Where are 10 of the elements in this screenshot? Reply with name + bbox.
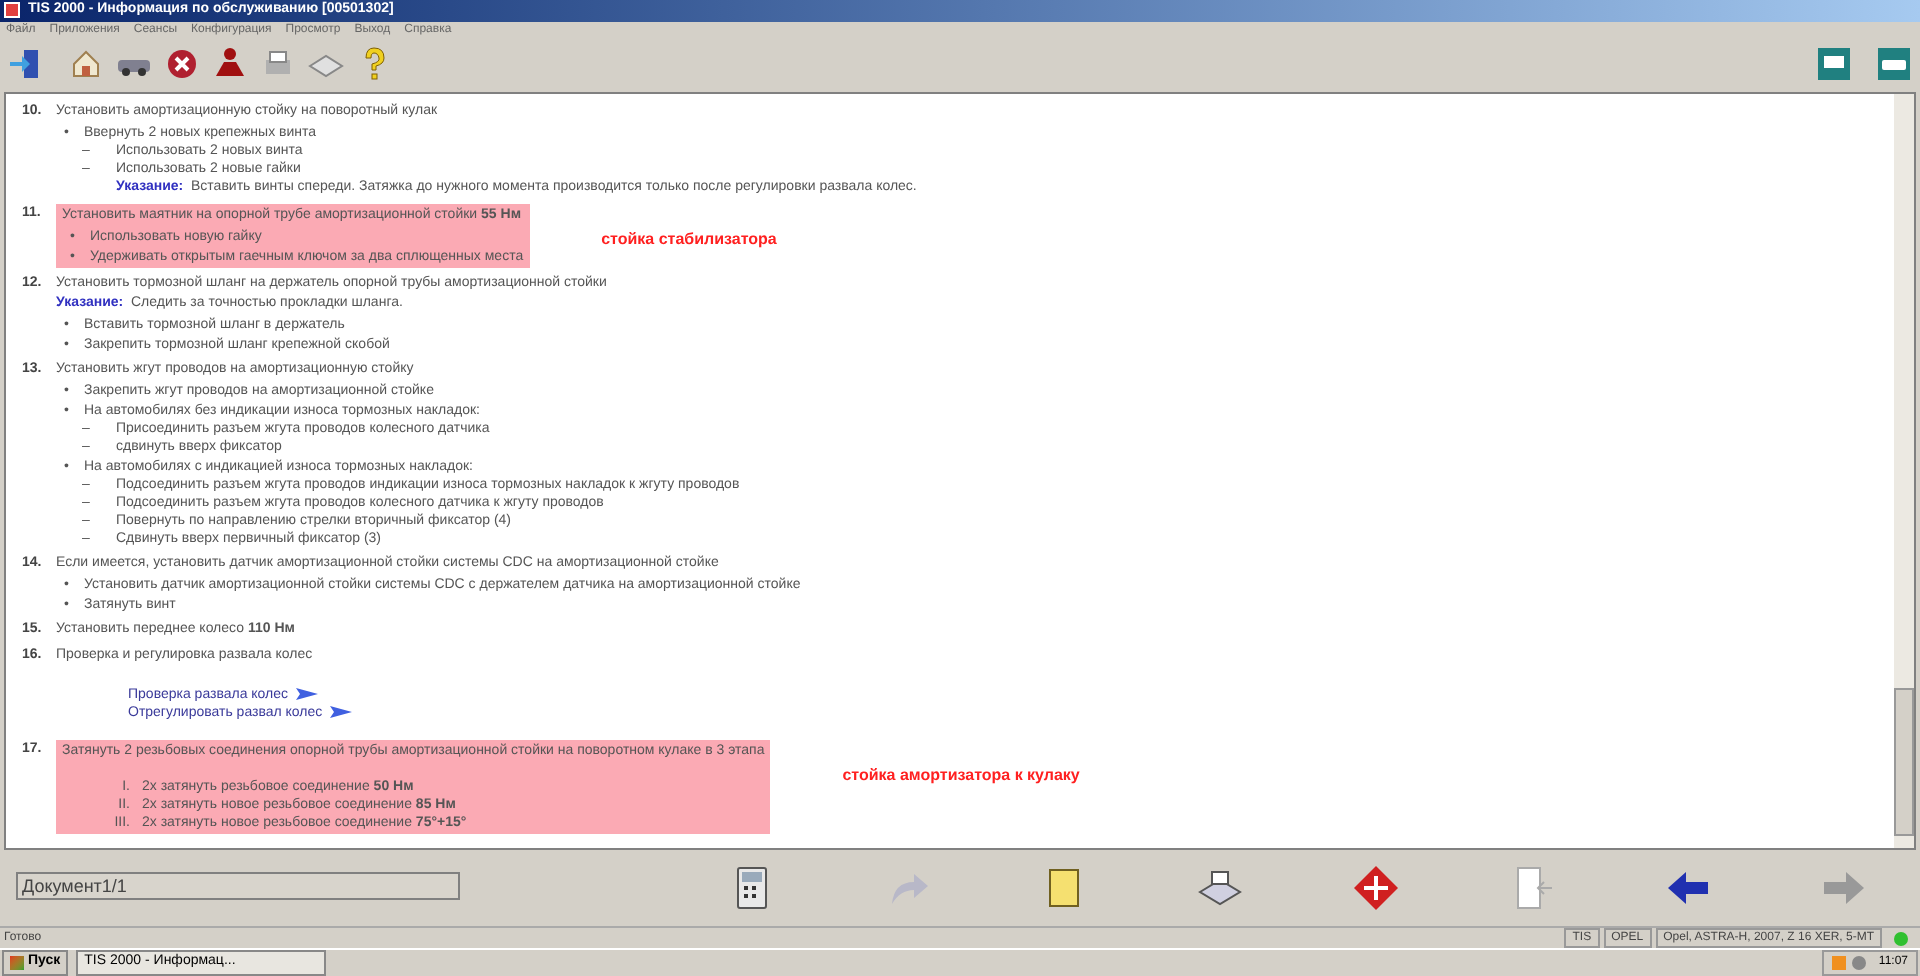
- scrollbar[interactable]: [1894, 93, 1914, 849]
- document-field[interactable]: Документ1/1: [16, 872, 460, 901]
- status-indicator-icon: [1894, 931, 1908, 945]
- flag-icon: [296, 688, 319, 701]
- flag-icon: [330, 706, 353, 719]
- annotation-text: стойка амортизатора к кулаку: [842, 763, 1080, 788]
- annotation-text: стойка стабилизатора: [601, 227, 777, 252]
- windows-logo-icon: [10, 956, 24, 970]
- app-icon: [4, 2, 20, 19]
- scrollbar-thumb[interactable]: [1894, 688, 1914, 837]
